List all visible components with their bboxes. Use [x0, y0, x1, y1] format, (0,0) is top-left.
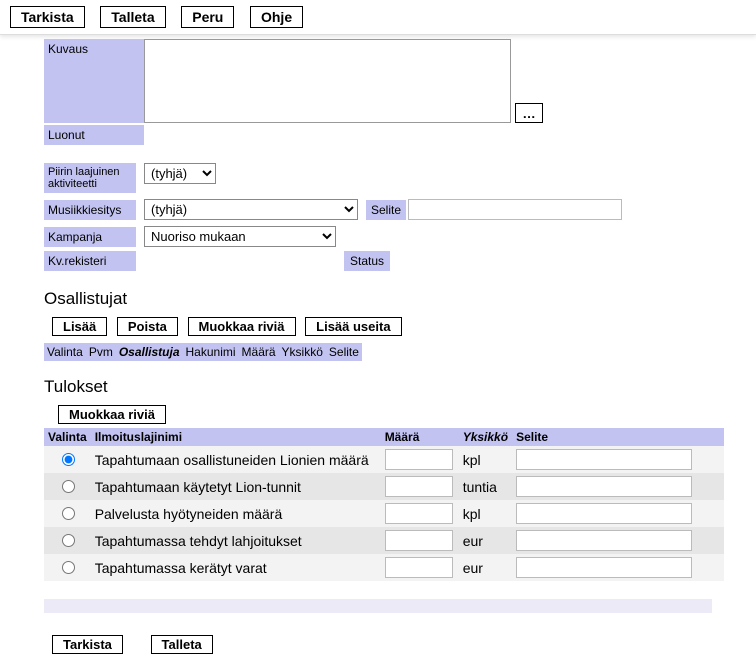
tarkista-button[interactable]: Tarkista	[10, 6, 85, 28]
row-name: Tapahtumassa tehdyt lahjoitukset	[91, 527, 381, 554]
ohje-button[interactable]: Ohje	[250, 6, 303, 28]
maara-input[interactable]	[385, 530, 453, 551]
muokkaa-rivia-button[interactable]: Muokkaa riviä	[188, 317, 296, 336]
selite-input[interactable]	[516, 557, 692, 578]
table-row: Tapahtumassa tehdyt lahjoitukset eur	[44, 527, 724, 554]
row-unit: eur	[459, 554, 512, 581]
osallistujat-headers: ValintaPvmOsallistujaHakunimiMääräYksikk…	[44, 344, 756, 359]
row-unit: kpl	[459, 500, 512, 527]
top-toolbar: Tarkista Talleta Peru Ohje	[0, 0, 756, 35]
selite-input[interactable]	[516, 476, 692, 497]
talleta-button[interactable]: Talleta	[100, 6, 165, 28]
row-radio[interactable]	[62, 480, 75, 493]
selite-input[interactable]	[516, 530, 692, 551]
tulokset-heading: Tulokset	[44, 377, 756, 397]
row-unit: tuntia	[459, 473, 512, 500]
table-row: Tapahtumaan osallistuneiden Lionien määr…	[44, 446, 724, 473]
row-unit: kpl	[459, 446, 512, 473]
maara-input[interactable]	[385, 503, 453, 524]
kuvaus-label: Kuvaus	[44, 39, 144, 123]
lisaa-useita-button[interactable]: Lisää useita	[305, 317, 401, 336]
footer-tarkista-button[interactable]: Tarkista	[52, 635, 123, 654]
tulokset-header-row: Valinta Ilmoituslajinimi Määrä Yksikkö S…	[44, 428, 724, 446]
kampanja-label: Kampanja	[44, 227, 136, 247]
maara-input[interactable]	[385, 557, 453, 578]
status-label: Status	[344, 251, 390, 271]
selite-input[interactable]	[516, 503, 692, 524]
row-radio[interactable]	[62, 507, 75, 520]
selite-input[interactable]	[408, 199, 622, 220]
musiikki-label: Musiikkiesitys	[44, 200, 136, 220]
row-name: Tapahtumassa kerätyt varat	[91, 554, 381, 581]
poista-button[interactable]: Poista	[117, 317, 178, 336]
kuvaus-textarea[interactable]	[144, 39, 511, 123]
tulokset-table: Valinta Ilmoituslajinimi Määrä Yksikkö S…	[44, 428, 724, 581]
row-radio[interactable]	[62, 561, 75, 574]
tulokset-muokkaa-button[interactable]: Muokkaa riviä	[58, 405, 166, 424]
musiikki-select[interactable]: (tyhjä)	[144, 199, 358, 220]
table-row: Tapahtumaan käytetyt Lion-tunnit tuntia	[44, 473, 724, 500]
row-name: Tapahtumaan käytetyt Lion-tunnit	[91, 473, 381, 500]
table-row: Palvelusta hyötyneiden määrä kpl	[44, 500, 724, 527]
kvrek-label: Kv.rekisteri	[44, 251, 136, 271]
footer-bar	[44, 599, 712, 613]
maara-input[interactable]	[385, 476, 453, 497]
maara-input[interactable]	[385, 449, 453, 470]
row-name: Tapahtumaan osallistuneiden Lionien määr…	[91, 446, 381, 473]
row-radio[interactable]	[62, 534, 75, 547]
kampanja-select[interactable]: Nuoriso mukaan	[144, 226, 336, 247]
row-unit: eur	[459, 527, 512, 554]
peru-button[interactable]: Peru	[181, 6, 234, 28]
row-name: Palvelusta hyötyneiden määrä	[91, 500, 381, 527]
piirin-label: Piirin laajuinen aktiviteetti	[44, 163, 136, 193]
footer-talleta-button[interactable]: Talleta	[151, 635, 213, 654]
osallistujat-heading: Osallistujat	[44, 289, 756, 309]
row-radio[interactable]	[62, 453, 75, 466]
selite-label: Selite	[366, 200, 406, 220]
kuvaus-lookup-button[interactable]: …	[515, 103, 543, 123]
table-row: Tapahtumassa kerätyt varat eur	[44, 554, 724, 581]
piirin-select[interactable]: (tyhjä)	[144, 163, 216, 184]
selite-input[interactable]	[516, 449, 692, 470]
luonut-label: Luonut	[44, 125, 144, 145]
lisaa-button[interactable]: Lisää	[52, 317, 107, 336]
